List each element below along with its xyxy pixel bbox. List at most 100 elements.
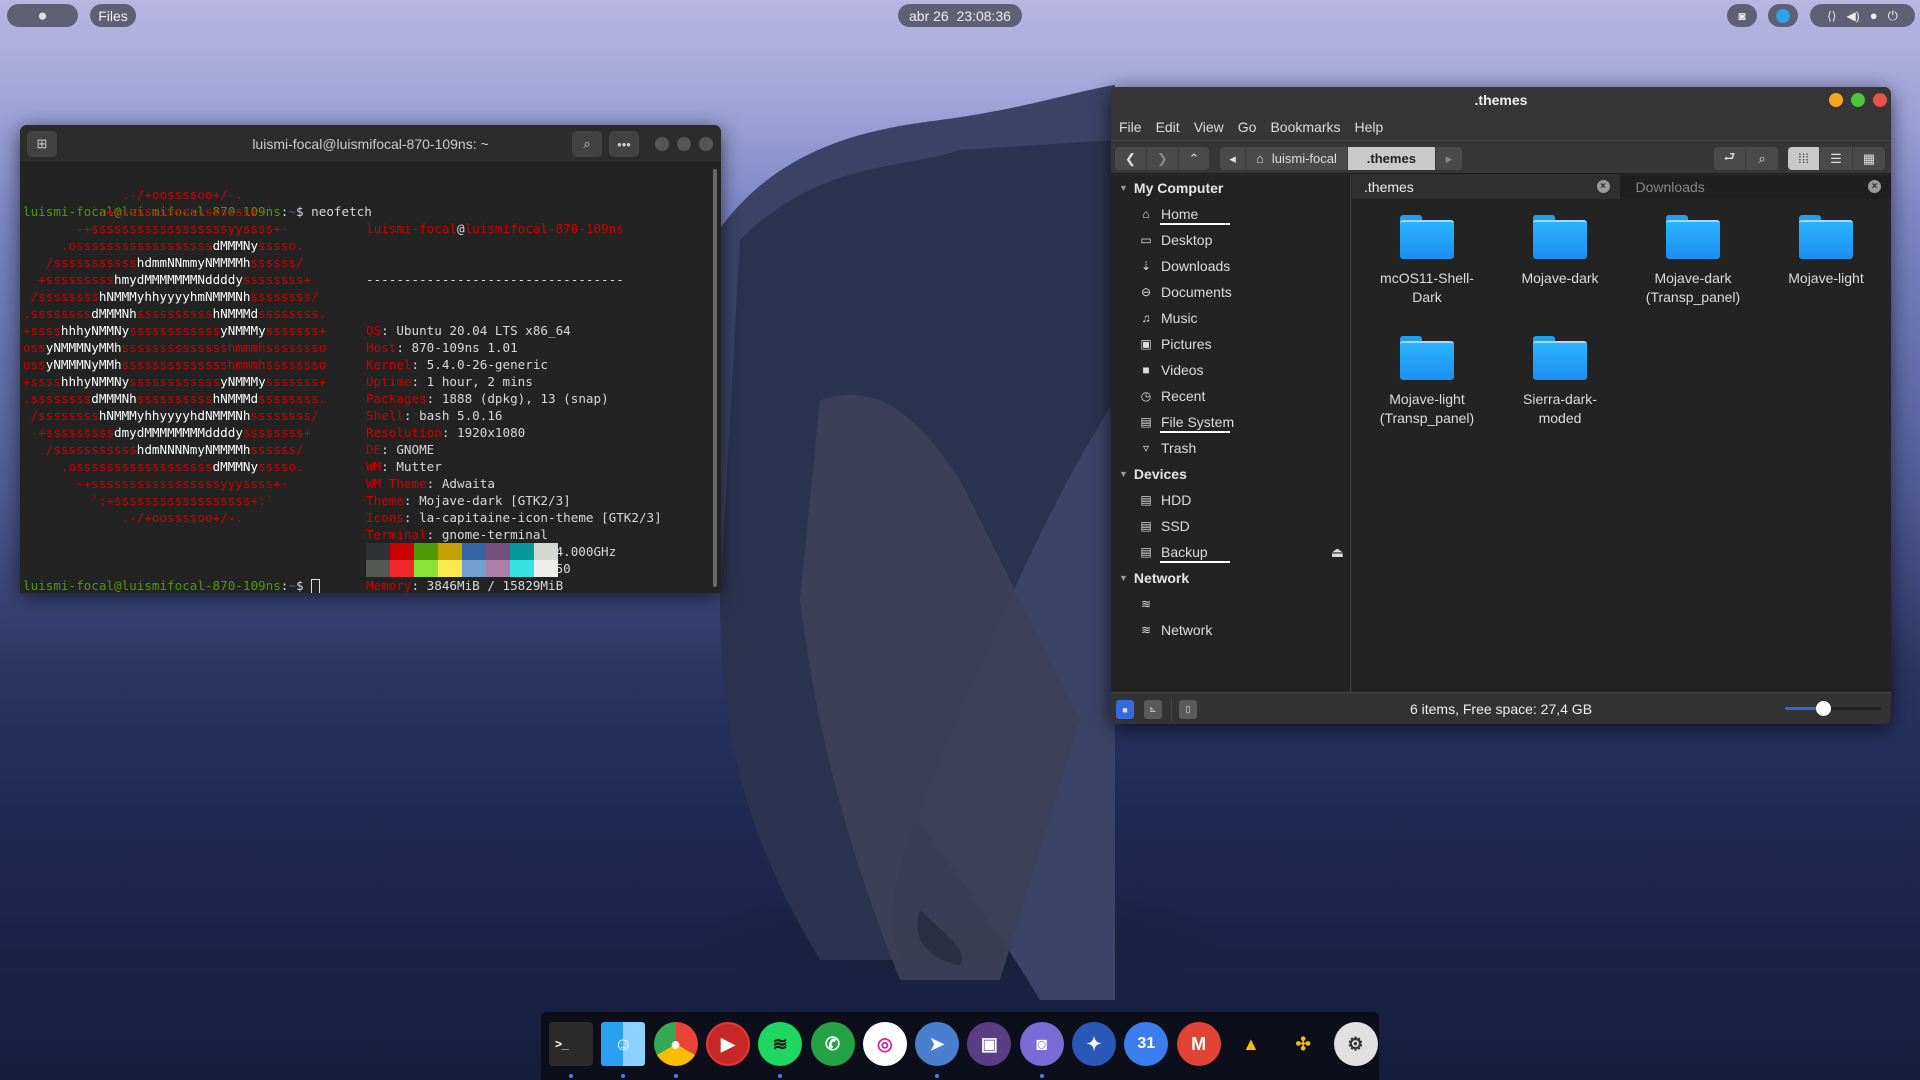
info-line: Kernel: 5.4.0-26-generic (366, 357, 548, 372)
folder-item[interactable]: Mojave-light (1761, 215, 1891, 288)
sidebar-item-ssd[interactable]: ▤ SSD (1111, 513, 1350, 539)
folder-item[interactable]: Mojave-dark (1495, 215, 1625, 288)
system-menu[interactable]: ⟨⟩ ◀) ● ⏻ (1810, 4, 1915, 27)
info-value: 5.4.0-26-generic (426, 357, 548, 372)
menu-bookmarks[interactable]: Bookmarks (1270, 119, 1340, 135)
menu-go[interactable]: Go (1238, 119, 1257, 135)
running-indicator (1039, 1074, 1044, 1078)
up-button[interactable]: ⌃ (1179, 147, 1209, 170)
sidebar-item-videos[interactable]: ■ Videos (1111, 357, 1350, 383)
forward-button[interactable]: ❯ (1147, 147, 1179, 170)
sidebar-item-music[interactable]: ♫ Music (1111, 305, 1350, 331)
prompt-line[interactable]: luismi-focal@luismifocal-870-109ns:~$ (23, 577, 321, 593)
info-line: Memory: 3846MiB / 15829MiB (366, 578, 564, 593)
ascii-line: -+ssssssssssssssssssyyssss+- (23, 221, 289, 236)
info-line: Terminal: gnome-terminal (366, 527, 548, 542)
sidebar-item-network[interactable]: ≋ Network (1111, 617, 1350, 643)
compact-view-button[interactable]: ▦ (1853, 147, 1885, 170)
documents-icon: ⊖ (1140, 285, 1152, 299)
close-button[interactable] (699, 137, 713, 151)
minimize-button[interactable] (1829, 93, 1843, 107)
minimize-button[interactable] (655, 137, 669, 151)
sidebar-item-network-share[interactable]: ≋ (1111, 591, 1350, 617)
app-menu-files[interactable]: Files (90, 4, 136, 27)
sidebar-item-recent[interactable]: ◷ Recent (1111, 383, 1350, 409)
instagram-icon: ◎ (876, 1033, 893, 1054)
folder-item[interactable]: Sierra-dark-moded (1495, 336, 1625, 428)
toggle-location-button[interactable]: ⮐ (1714, 147, 1746, 170)
dock-steam[interactable]: ⚙ (1333, 1022, 1378, 1066)
dock-chrome[interactable]: ● (653, 1022, 698, 1066)
breadcrumb-current[interactable]: .themes (1347, 147, 1436, 170)
color-swatch (486, 543, 510, 560)
folder-item[interactable]: Mojave-light (Transp_panel) (1362, 336, 1492, 428)
terminal-search-button[interactable]: ⌕ (572, 131, 602, 157)
eject-icon[interactable]: ⏏ (1331, 539, 1344, 565)
dock-google-drive[interactable]: ▲ (1229, 1022, 1273, 1066)
menu-edit[interactable]: Edit (1156, 119, 1180, 135)
tab-themes[interactable]: .themes × (1352, 175, 1620, 199)
close-tab-icon[interactable]: × (1596, 180, 1610, 193)
tab-downloads[interactable]: Downloads × (1619, 175, 1891, 199)
dock-instagram[interactable]: ◎ (862, 1022, 907, 1066)
sidebar-item-pictures[interactable]: ▣ Pictures (1111, 331, 1350, 357)
menu-help[interactable]: Help (1355, 119, 1384, 135)
dock-spotify[interactable]: ≋ (758, 1022, 803, 1066)
dock-files[interactable]: ☺ (601, 1022, 646, 1066)
dock-twitch[interactable]: ▣ (967, 1022, 1012, 1066)
maximize-button[interactable] (1851, 93, 1865, 107)
dock-telegram[interactable]: ➤ (915, 1022, 960, 1066)
color-swatch (462, 543, 486, 560)
search-button[interactable]: ⌕ (1746, 147, 1778, 170)
breadcrumb-left-button[interactable]: ◂ (1220, 147, 1246, 170)
terminal-scrollbar[interactable] (713, 169, 717, 587)
breadcrumb-right-button[interactable]: ▸ (1436, 147, 1462, 170)
terminal-titlebar[interactable]: ⊞ luismi-focal@luismifocal-870-109ns: ~ … (20, 125, 721, 163)
sidebar-item-trash[interactable]: ▿ Trash (1111, 435, 1350, 461)
file-manager-window[interactable]: .themes File Edit View Go Bookmarks Help ❮ ❯ … (1111, 87, 1891, 724)
dock-youtube[interactable]: ▶ (705, 1022, 750, 1066)
terminal-window[interactable]: ⊞ luismi-focal@luismifocal-870-109ns: ~ … (20, 125, 721, 593)
back-button[interactable]: ❮ (1115, 147, 1147, 170)
sidebar-item-desktop[interactable]: ▭ Desktop (1111, 227, 1350, 253)
dock-whatsapp[interactable]: ✆ (810, 1022, 855, 1066)
dock-calendar[interactable]: 31 (1124, 1022, 1169, 1066)
dock-terminal[interactable]: >_ (549, 1022, 593, 1066)
dock-gmail[interactable]: M (1176, 1022, 1221, 1066)
maximize-button[interactable] (677, 137, 691, 151)
clock[interactable]: abr 26 23:08:36 (898, 4, 1022, 27)
zoom-slider[interactable] (1785, 701, 1881, 716)
tray-discord[interactable]: ◙ (1727, 4, 1757, 27)
terminal-menu-button[interactable]: ••• (609, 131, 639, 157)
sidebar-item-file-system[interactable]: ▤ File System (1111, 409, 1350, 435)
sidebar-item-home[interactable]: ⌂ Home (1111, 201, 1350, 227)
menu-view[interactable]: View (1194, 119, 1224, 135)
folder-item[interactable]: Mojave-dark (Transp_panel) (1628, 215, 1758, 307)
sidebar-item-backup[interactable]: ▤ Backup ⏏ (1111, 539, 1350, 565)
sidebar-item-hdd[interactable]: ▤ HDD (1111, 487, 1350, 513)
menu-file[interactable]: File (1119, 119, 1142, 135)
color-swatch (438, 543, 462, 560)
dock-pinwheel[interactable]: ✣ (1281, 1022, 1325, 1066)
pinwheel-icon: ✣ (1295, 1033, 1311, 1054)
color-swatch (534, 560, 558, 577)
list-view-button[interactable]: ☰ (1820, 147, 1853, 170)
sidebar-section-my-computer[interactable]: ▼ My Computer (1111, 175, 1350, 201)
terminal-output[interactable]: luismi-focal@luismifocal-870-109ns:~$ ne… (20, 163, 721, 593)
sidebar-item-documents[interactable]: ⊖ Documents (1111, 279, 1350, 305)
info-key: Kernel (366, 357, 412, 372)
icon-view-button[interactable]: ⁞⁞⁞ (1788, 147, 1820, 170)
breadcrumb-home[interactable]: ⌂ luismi-focal (1246, 147, 1348, 170)
close-button[interactable] (1873, 93, 1887, 107)
dock-twitter[interactable]: ✦ (1072, 1022, 1116, 1066)
sidebar-item-downloads[interactable]: ⇣ Downloads (1111, 253, 1350, 279)
folder-item[interactable]: mcOS11-Shell- Dark (1362, 215, 1492, 307)
close-tab-icon[interactable]: × (1868, 180, 1881, 193)
tray-telegram[interactable] (1768, 4, 1798, 27)
dock: >_ ☺ ● ▶ ≋ ✆ ◎ ➤ ▣ ◙ ✦ 31 M ▲ ✣ ⚙ (541, 1012, 1379, 1080)
sidebar-section-devices[interactable]: ▼ Devices (1111, 461, 1350, 487)
sidebar-item-label: Desktop (1161, 232, 1213, 248)
sidebar-section-network[interactable]: ▼ Network (1111, 565, 1350, 591)
activities-button[interactable]: ● (7, 4, 78, 27)
dock-discord[interactable]: ◙ (1019, 1022, 1064, 1066)
